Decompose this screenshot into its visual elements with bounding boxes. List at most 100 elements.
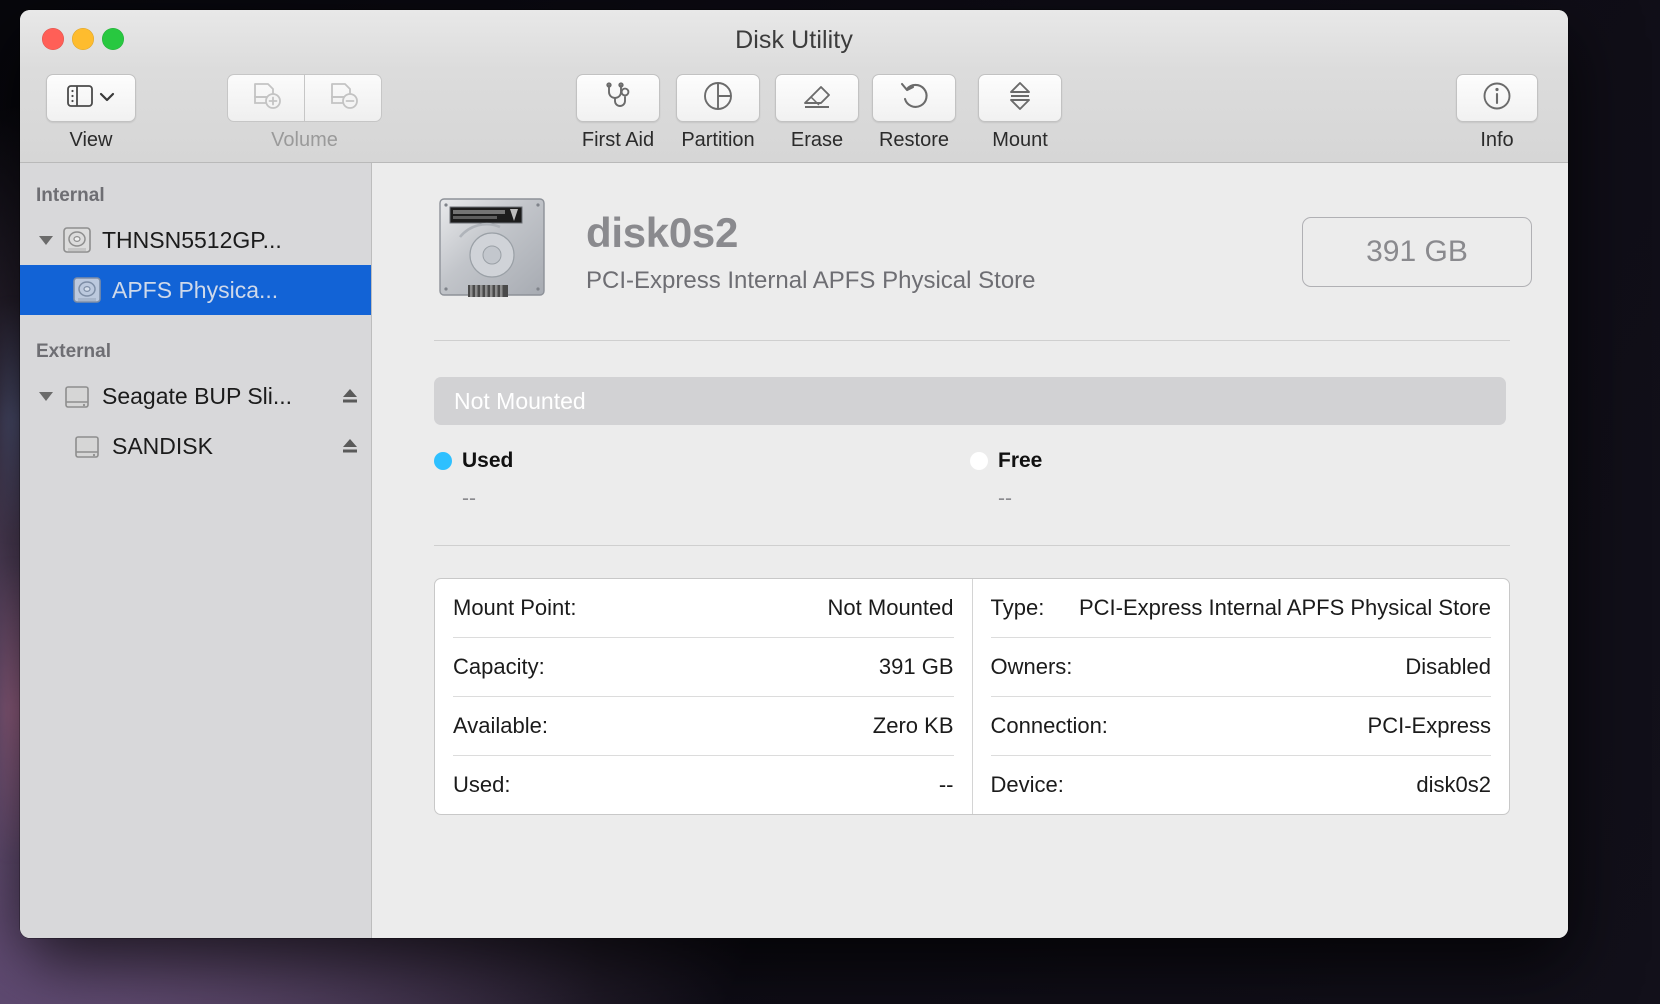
disk-subtitle: PCI-Express Internal APFS Physical Store: [586, 266, 1036, 294]
info-control-group: Info: [1456, 74, 1538, 152]
add-volume-button[interactable]: [227, 74, 304, 122]
table-row: Available: Zero KB: [453, 696, 954, 755]
erase-group: Erase: [775, 74, 859, 152]
hard-drive-illustration: [434, 197, 550, 306]
first-aid-button[interactable]: [576, 74, 660, 122]
partition-button[interactable]: [676, 74, 760, 122]
partition-label: Partition: [681, 129, 755, 151]
table-row: Connection: PCI-Express: [990, 696, 1491, 755]
undo-arrow-icon: [898, 80, 930, 117]
view-control-group: View: [46, 74, 136, 152]
erase-label: Erase: [790, 129, 844, 151]
row-value: Not Mounted: [827, 595, 954, 620]
disk-title-block: disk0s2 PCI-Express Internal APFS Physic…: [586, 209, 1036, 295]
mount-label: Mount: [992, 129, 1048, 151]
legend-value: --: [462, 487, 476, 510]
storage-usage-bar: Not Mounted: [434, 377, 1506, 425]
divider: [434, 340, 1510, 341]
disk-info-table: Mount Point: Not Mounted Capacity: 391 G…: [434, 578, 1510, 815]
info-icon: [1482, 81, 1512, 116]
table-row: Type: PCI-Express Internal APFS Physical…: [991, 579, 1492, 637]
row-key: Device:: [990, 772, 1064, 797]
row-key: Capacity:: [453, 654, 545, 679]
volume-control-group: Volume: [227, 74, 382, 152]
partition-group: Partition: [676, 74, 760, 152]
storage-legend: Used -- Free --: [434, 449, 1506, 511]
sidebar-item-apfs-physical-store[interactable]: APFS Physica...: [20, 265, 371, 315]
sidebar-item-internal-disk[interactable]: THNSN5512GP...: [20, 215, 371, 265]
row-value: PCI-Express: [1367, 713, 1491, 738]
disclosure-triangle-icon[interactable]: [34, 389, 58, 403]
window-body: Internal THNSN5512GP... APFS Physica... …: [20, 163, 1568, 938]
sidebar-item-sandisk-volume[interactable]: SANDISK: [20, 421, 371, 471]
disclosure-triangle-icon[interactable]: [34, 233, 58, 247]
divider: [434, 545, 1510, 546]
free-color-swatch: [970, 452, 988, 470]
legend-label: Free: [998, 449, 1043, 472]
row-key: Used:: [453, 772, 511, 797]
external-drive-icon: [58, 381, 96, 411]
restore-button[interactable]: [872, 74, 956, 122]
stethoscope-icon: [601, 81, 635, 116]
info-label: Info: [1480, 129, 1514, 151]
window-title: Disk Utility: [735, 26, 853, 54]
table-row: Mount Point: Not Mounted: [453, 579, 954, 637]
add-volume-icon: [249, 81, 283, 116]
eject-icon: [1006, 80, 1034, 117]
row-key: Connection:: [990, 713, 1108, 738]
sidebar-item-label: Seagate BUP Sli...: [102, 382, 293, 409]
info-button[interactable]: [1456, 74, 1538, 122]
pie-chart-icon: [702, 80, 734, 117]
eraser-icon: [801, 81, 833, 116]
used-color-swatch: [434, 452, 452, 470]
view-button[interactable]: [46, 74, 136, 122]
disk-utility-window: Disk Utility View Volume First Aid Parti…: [20, 10, 1568, 938]
device-sidebar[interactable]: Internal THNSN5512GP... APFS Physica... …: [20, 163, 372, 938]
disk-name: disk0s2: [586, 208, 739, 256]
legend-label: Used: [462, 449, 514, 472]
sidebar-section-header-external: External: [36, 341, 111, 362]
info-table-right-column: Type: PCI-Express Internal APFS Physical…: [973, 579, 1510, 814]
row-value: Zero KB: [872, 713, 954, 738]
table-row: Owners: Disabled: [990, 637, 1491, 696]
row-value: --: [938, 772, 954, 797]
volume-segmented-control: [227, 74, 382, 122]
sidebar-item-label: APFS Physica...: [112, 276, 279, 303]
sidebar-item-seagate-drive[interactable]: Seagate BUP Sli...: [20, 371, 371, 421]
row-key: Owners:: [990, 654, 1073, 679]
row-key: Type:: [990, 595, 1045, 620]
info-table-left-column: Mount Point: Not Mounted Capacity: 391 G…: [435, 579, 973, 814]
toolbar: View Volume First Aid Partition Erase Re…: [20, 70, 1568, 163]
external-drive-icon: [68, 431, 106, 461]
capacity-badge: 391 GB: [1302, 216, 1532, 287]
sidebar-section-header-internal: Internal: [36, 185, 105, 206]
sidebar-layout-icon: [67, 84, 93, 112]
table-row: Capacity: 391 GB: [453, 637, 954, 696]
row-value: Disabled: [1405, 654, 1491, 679]
restore-group: Restore: [872, 74, 956, 152]
table-row: Device: disk0s2: [990, 755, 1491, 814]
chevron-down-icon: [99, 89, 115, 107]
remove-volume-button[interactable]: [304, 74, 382, 122]
row-value: disk0s2: [1416, 772, 1491, 797]
table-row: Used: --: [453, 755, 954, 814]
row-key: Available:: [453, 713, 548, 738]
eject-icon[interactable]: [339, 436, 361, 456]
mount-group: Mount: [978, 74, 1062, 152]
first-aid-group: First Aid: [576, 74, 660, 152]
remove-volume-icon: [326, 81, 360, 116]
restore-label: Restore: [878, 129, 950, 151]
mount-button[interactable]: [978, 74, 1062, 122]
view-label: View: [69, 129, 113, 151]
erase-button[interactable]: [775, 74, 859, 122]
row-key: Mount Point:: [453, 595, 577, 620]
sidebar-item-label: THNSN5512GP...: [102, 226, 282, 253]
disk-header: disk0s2 PCI-Express Internal APFS Physic…: [372, 163, 1568, 306]
volume-label: Volume: [271, 129, 338, 151]
row-value: PCI-Express Internal APFS Physical Store: [1078, 595, 1491, 620]
legend-value: --: [998, 487, 1012, 510]
first-aid-label: First Aid: [581, 129, 655, 151]
eject-icon[interactable]: [339, 386, 361, 406]
internal-drive-icon: [58, 225, 96, 255]
legend-item-used: Used --: [434, 449, 970, 511]
